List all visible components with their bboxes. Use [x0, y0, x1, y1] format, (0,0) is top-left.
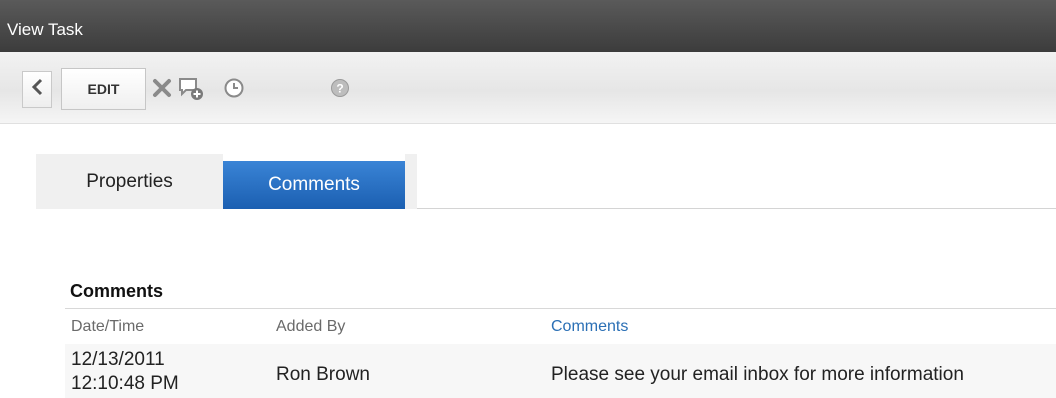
close-icon	[151, 77, 173, 104]
help-button[interactable]: ?	[329, 78, 351, 103]
comments-section-title: Comments	[70, 281, 164, 301]
chevron-left-icon	[31, 78, 43, 101]
tab-comments[interactable]: Comments	[223, 161, 405, 209]
row-date: 12/13/2011	[71, 349, 165, 370]
svg-text:?: ?	[336, 81, 343, 95]
timer-button[interactable]	[222, 78, 246, 102]
row-time: 12:10:48 PM	[71, 373, 179, 394]
row-added-by: Ron Brown	[276, 364, 370, 385]
add-comment-button[interactable]	[177, 77, 205, 105]
edit-button[interactable]: EDIT	[61, 68, 146, 110]
tab-strip: Properties Comments	[36, 154, 1056, 209]
tab-properties[interactable]: Properties	[36, 154, 223, 209]
clock-icon	[223, 77, 245, 104]
window-titlebar: View Task	[0, 0, 1056, 52]
table-divider	[65, 308, 1056, 309]
add-comment-icon	[177, 75, 205, 108]
column-header-comments[interactable]: Comments	[551, 318, 628, 336]
help-icon: ?	[330, 78, 350, 103]
toolbar: EDIT ?	[0, 52, 1056, 124]
back-button[interactable]	[22, 71, 52, 108]
row-comment: Please see your email inbox for more inf…	[551, 364, 964, 385]
column-header-added-by: Added By	[276, 318, 346, 335]
window-title: View Task	[7, 20, 83, 39]
column-header-date-time: Date/Time	[71, 318, 145, 335]
tab-strip-end	[405, 154, 417, 209]
delete-button[interactable]	[150, 78, 174, 102]
